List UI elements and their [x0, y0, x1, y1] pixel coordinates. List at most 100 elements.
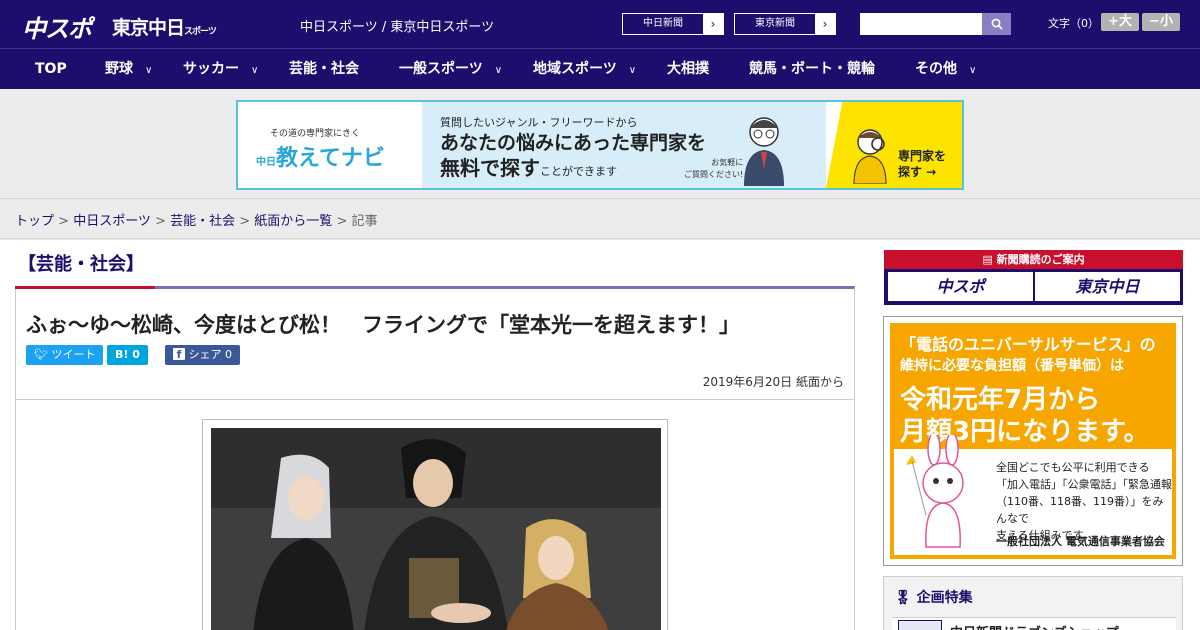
breadcrumb-chunichi-sports[interactable]: 中日スポーツ	[73, 214, 151, 229]
tokyo-shimbun-label: 東京新聞	[755, 18, 795, 29]
uni-body-3: （110番、118番、119番）」をみんなで	[996, 495, 1164, 525]
nav-item-soccer[interactable]: サッカー ∨	[183, 49, 258, 90]
subscription-heading-text: 新聞購読のご案内	[996, 253, 1085, 266]
tokyo-logo-text: 東京中日	[112, 17, 185, 39]
tokyo-chunichi-logo[interactable]: 東京中日スポーツ	[112, 13, 217, 40]
ad-line-2: あなたの悩みにあった専門家を	[440, 132, 707, 154]
ad-middle-panel: 質問したいジャンル・フリーワードから あなたの悩みにあった専門家を 無料で探すこ…	[422, 102, 826, 188]
category-heading: 【芸能・社会】	[18, 254, 144, 275]
nav-item-baseball[interactable]: 野球 ∨	[105, 49, 152, 90]
feature-heading-text: 企画特集	[916, 590, 973, 606]
breadcrumb-entertainment[interactable]: 芸能・社会	[170, 214, 235, 229]
oshiete-navi-banner[interactable]: その道の専門家にきく 中日教えてナビ 質問したいジャンル・フリーワードから あな…	[236, 100, 964, 190]
font-size-label: 文字（0）	[1048, 17, 1099, 30]
article-title: ふぉ～ゆ～松崎、今度はとび松！ フライングで「堂本光一を超えます！」	[26, 313, 740, 337]
chuspo-logo[interactable]: 中スポ	[22, 9, 92, 44]
hatena-bookmark-button[interactable]: B! 0	[107, 345, 148, 365]
chevron-down-icon: ∨	[628, 65, 637, 76]
newspaper-icon: ▤	[982, 253, 993, 266]
ad-cta-panel[interactable]: 専門家を探す →	[826, 102, 962, 188]
feature-box: 🎖︎ 企画特集 中日新聞ドラゴンズショップ	[883, 576, 1183, 630]
nav-label: 野球	[105, 61, 133, 77]
ribbon-icon: 🎖︎	[894, 590, 912, 606]
feature-item[interactable]: 中日新聞ドラゴンズショップ	[892, 617, 1176, 630]
article-photo-frame	[202, 419, 668, 630]
ad-cta-2: 探す →	[898, 165, 937, 179]
breadcrumb-top[interactable]: トップ	[15, 214, 54, 229]
stage-photo-image	[211, 428, 661, 630]
chevron-down-icon: ∨	[145, 65, 153, 76]
breadcrumb: トップ > 中日スポーツ > 芸能・社会 > 紙面から一覧 > 記事	[15, 214, 378, 229]
subscription-box: ▤ 新聞購読のご案内 中スポ 東京中日	[884, 250, 1183, 305]
ad-brand: 中日教えてナビ	[256, 140, 385, 172]
subscribe-tokyo-link[interactable]: 東京中日	[1035, 272, 1180, 301]
ad-cta-1: 専門家を	[898, 149, 947, 163]
uni-white-panel: 全国どこでも公平に利用できる 「加入電話」「公衆電話」「緊急通報 （110番、1…	[894, 435, 1172, 555]
nav-label: 一般スポーツ	[399, 61, 483, 77]
nav-item-racing[interactable]: 競馬・ボート・競輪	[749, 49, 875, 90]
ad-brand-name: 教えてナビ	[276, 146, 385, 171]
ad-line-3-sub: ことができます	[540, 165, 617, 178]
uni-body-1: 全国どこでも公平に利用できる	[996, 461, 1150, 474]
tweet-button[interactable]: 🐦︎ ツイート	[26, 345, 104, 365]
chevron-down-icon: ∨	[494, 65, 503, 76]
tweet-label: ツイート	[51, 348, 96, 361]
site-names: 中日スポーツ / 東京中日スポーツ	[300, 20, 495, 35]
ad-cta-text: 専門家を探す →	[898, 148, 946, 180]
ad-line-3: 無料で探すことができます	[440, 152, 617, 181]
universal-service-ad-body: 「電話のユニバーサルサービス」の 維持に必要な負担額（番号単価）は 令和元年7月…	[890, 323, 1176, 559]
divider	[16, 399, 854, 400]
rabbit-mascot-icon	[906, 435, 964, 548]
chevron-down-icon: ∨	[251, 65, 259, 76]
nav-item-sumo[interactable]: 大相撲	[667, 49, 709, 90]
article-date: 2019年6月20日 紙面から	[702, 375, 844, 389]
accent-bar	[15, 286, 155, 289]
uni-body-text: 全国どこでも公平に利用できる 「加入電話」「公衆電話」「緊急通報 （110番、1…	[996, 459, 1172, 544]
breadcrumb-current: 記事	[351, 214, 378, 229]
ad-note: お気軽にご質問ください!	[684, 157, 743, 181]
ad-tagline: その道の専門家にきく	[270, 129, 361, 139]
chunichi-shimbun-label: 中日新聞	[643, 18, 683, 29]
nav-item-other[interactable]: その他 ∨	[915, 49, 976, 90]
chevron-right-icon: ›	[815, 14, 835, 34]
nav-label: 競馬・ボート・競輪	[749, 61, 875, 77]
feature-item-label: 中日新聞ドラゴンズショップ	[950, 622, 1119, 630]
font-smaller-button[interactable]: −小	[1142, 13, 1180, 31]
facebook-share-button[interactable]: f シェア 0	[165, 345, 240, 365]
ad-brand-prefix: 中日	[256, 157, 276, 168]
article-photo[interactable]	[211, 428, 661, 630]
breadcrumb-print-list[interactable]: 紙面から一覧	[254, 214, 332, 229]
search-input[interactable]	[860, 13, 982, 35]
nav-label: サッカー	[183, 61, 239, 77]
magnifier-person-icon	[853, 129, 887, 184]
facebook-icon: f	[173, 348, 185, 361]
nav-item-general-sports[interactable]: 一般スポーツ ∨	[399, 49, 502, 90]
nav-item-entertainment[interactable]: 芸能・社会	[289, 49, 359, 90]
nav-label: 芸能・社会	[289, 61, 359, 77]
tokyo-logo-suffix: スポーツ	[184, 27, 217, 37]
uni-line-1: 「電話のユニバーサルサービス」の	[900, 335, 1156, 354]
font-larger-button[interactable]: +大	[1101, 13, 1139, 31]
chevron-down-icon: ∨	[969, 65, 977, 76]
chevron-right-icon: ›	[703, 14, 723, 34]
nav-item-top[interactable]: TOP	[35, 49, 67, 90]
feature-heading: 🎖︎ 企画特集	[894, 587, 973, 607]
ad-note-2: ご質問ください!	[684, 170, 744, 179]
uni-body-2: 「加入電話」「公衆電話」「緊急通報	[996, 478, 1172, 491]
chunichi-shimbun-link[interactable]: 中日新聞 ›	[622, 13, 724, 35]
nav-label: TOP	[35, 61, 67, 77]
subscribe-chuspo-link[interactable]: 中スポ	[888, 272, 1033, 301]
site-header: 中スポ 東京中日スポーツ 中日スポーツ / 東京中日スポーツ 中日新聞 › 東京…	[0, 0, 1200, 48]
article-card: ふぉ～ゆ～松崎、今度はとび松！ フライングで「堂本光一を超えます！」 🐦︎ ツイ…	[15, 286, 855, 630]
search-button[interactable]	[982, 13, 1011, 35]
subscription-heading: ▤ 新聞購読のご案内	[884, 250, 1183, 269]
uni-organization: 一般社団法人 電気通信事業者協会	[996, 535, 1165, 548]
ad-line-3-main: 無料で探す	[440, 156, 540, 180]
universal-service-ad[interactable]: 「電話のユニバーサルサービス」の 維持に必要な負担額（番号単価）は 令和元年7月…	[883, 316, 1183, 566]
nav-item-local-sports[interactable]: 地域スポーツ ∨	[533, 49, 636, 90]
nav-label: 地域スポーツ	[533, 61, 617, 77]
ad-note-1: お気軽に	[711, 158, 744, 167]
nav-label: その他	[915, 61, 957, 77]
tokyo-shimbun-link[interactable]: 東京新聞 ›	[734, 13, 836, 35]
uni-line-2: 維持に必要な負担額（番号単価）は	[900, 358, 1124, 374]
